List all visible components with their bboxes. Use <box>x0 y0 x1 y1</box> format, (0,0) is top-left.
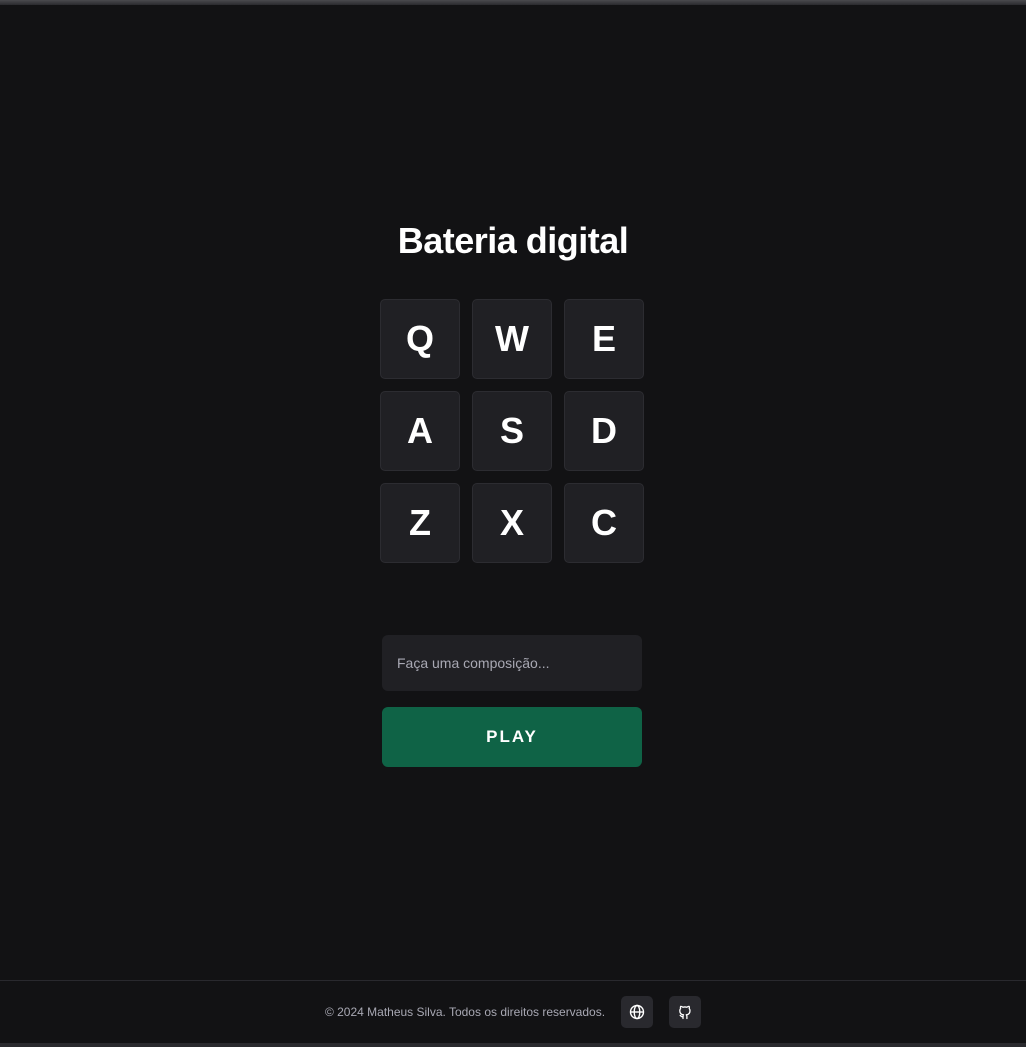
footer: © 2024 Matheus Silva. Todos os direitos … <box>0 980 1026 1043</box>
drum-pad-x[interactable]: X <box>472 483 552 563</box>
globe-icon <box>629 1004 645 1020</box>
drum-pad-w[interactable]: W <box>472 299 552 379</box>
github-icon <box>679 1005 691 1020</box>
drum-pad-z[interactable]: Z <box>380 483 460 563</box>
drum-pad-s[interactable]: S <box>472 391 552 471</box>
github-link[interactable] <box>669 996 702 1028</box>
copyright-text: © 2024 Matheus Silva. Todos os direitos … <box>324 1005 606 1019</box>
drum-pad-q[interactable]: Q <box>380 299 460 379</box>
drum-pad-a[interactable]: A <box>380 391 460 471</box>
website-link[interactable] <box>621 996 654 1028</box>
drum-pad-e[interactable]: E <box>564 299 644 379</box>
page-title: Bateria digital <box>397 220 629 261</box>
composition-input[interactable] <box>382 635 642 691</box>
window-bottom-border <box>0 1043 1026 1047</box>
composition-form: PLAY <box>382 635 642 767</box>
drum-pad-c[interactable]: C <box>564 483 644 563</box>
main-content: Bateria digital Q W E A S D Z X C PLAY <box>0 5 1026 980</box>
play-button[interactable]: PLAY <box>382 707 642 767</box>
drum-pads-grid: Q W E A S D Z X C <box>380 299 644 563</box>
drum-pad-d[interactable]: D <box>564 391 644 471</box>
